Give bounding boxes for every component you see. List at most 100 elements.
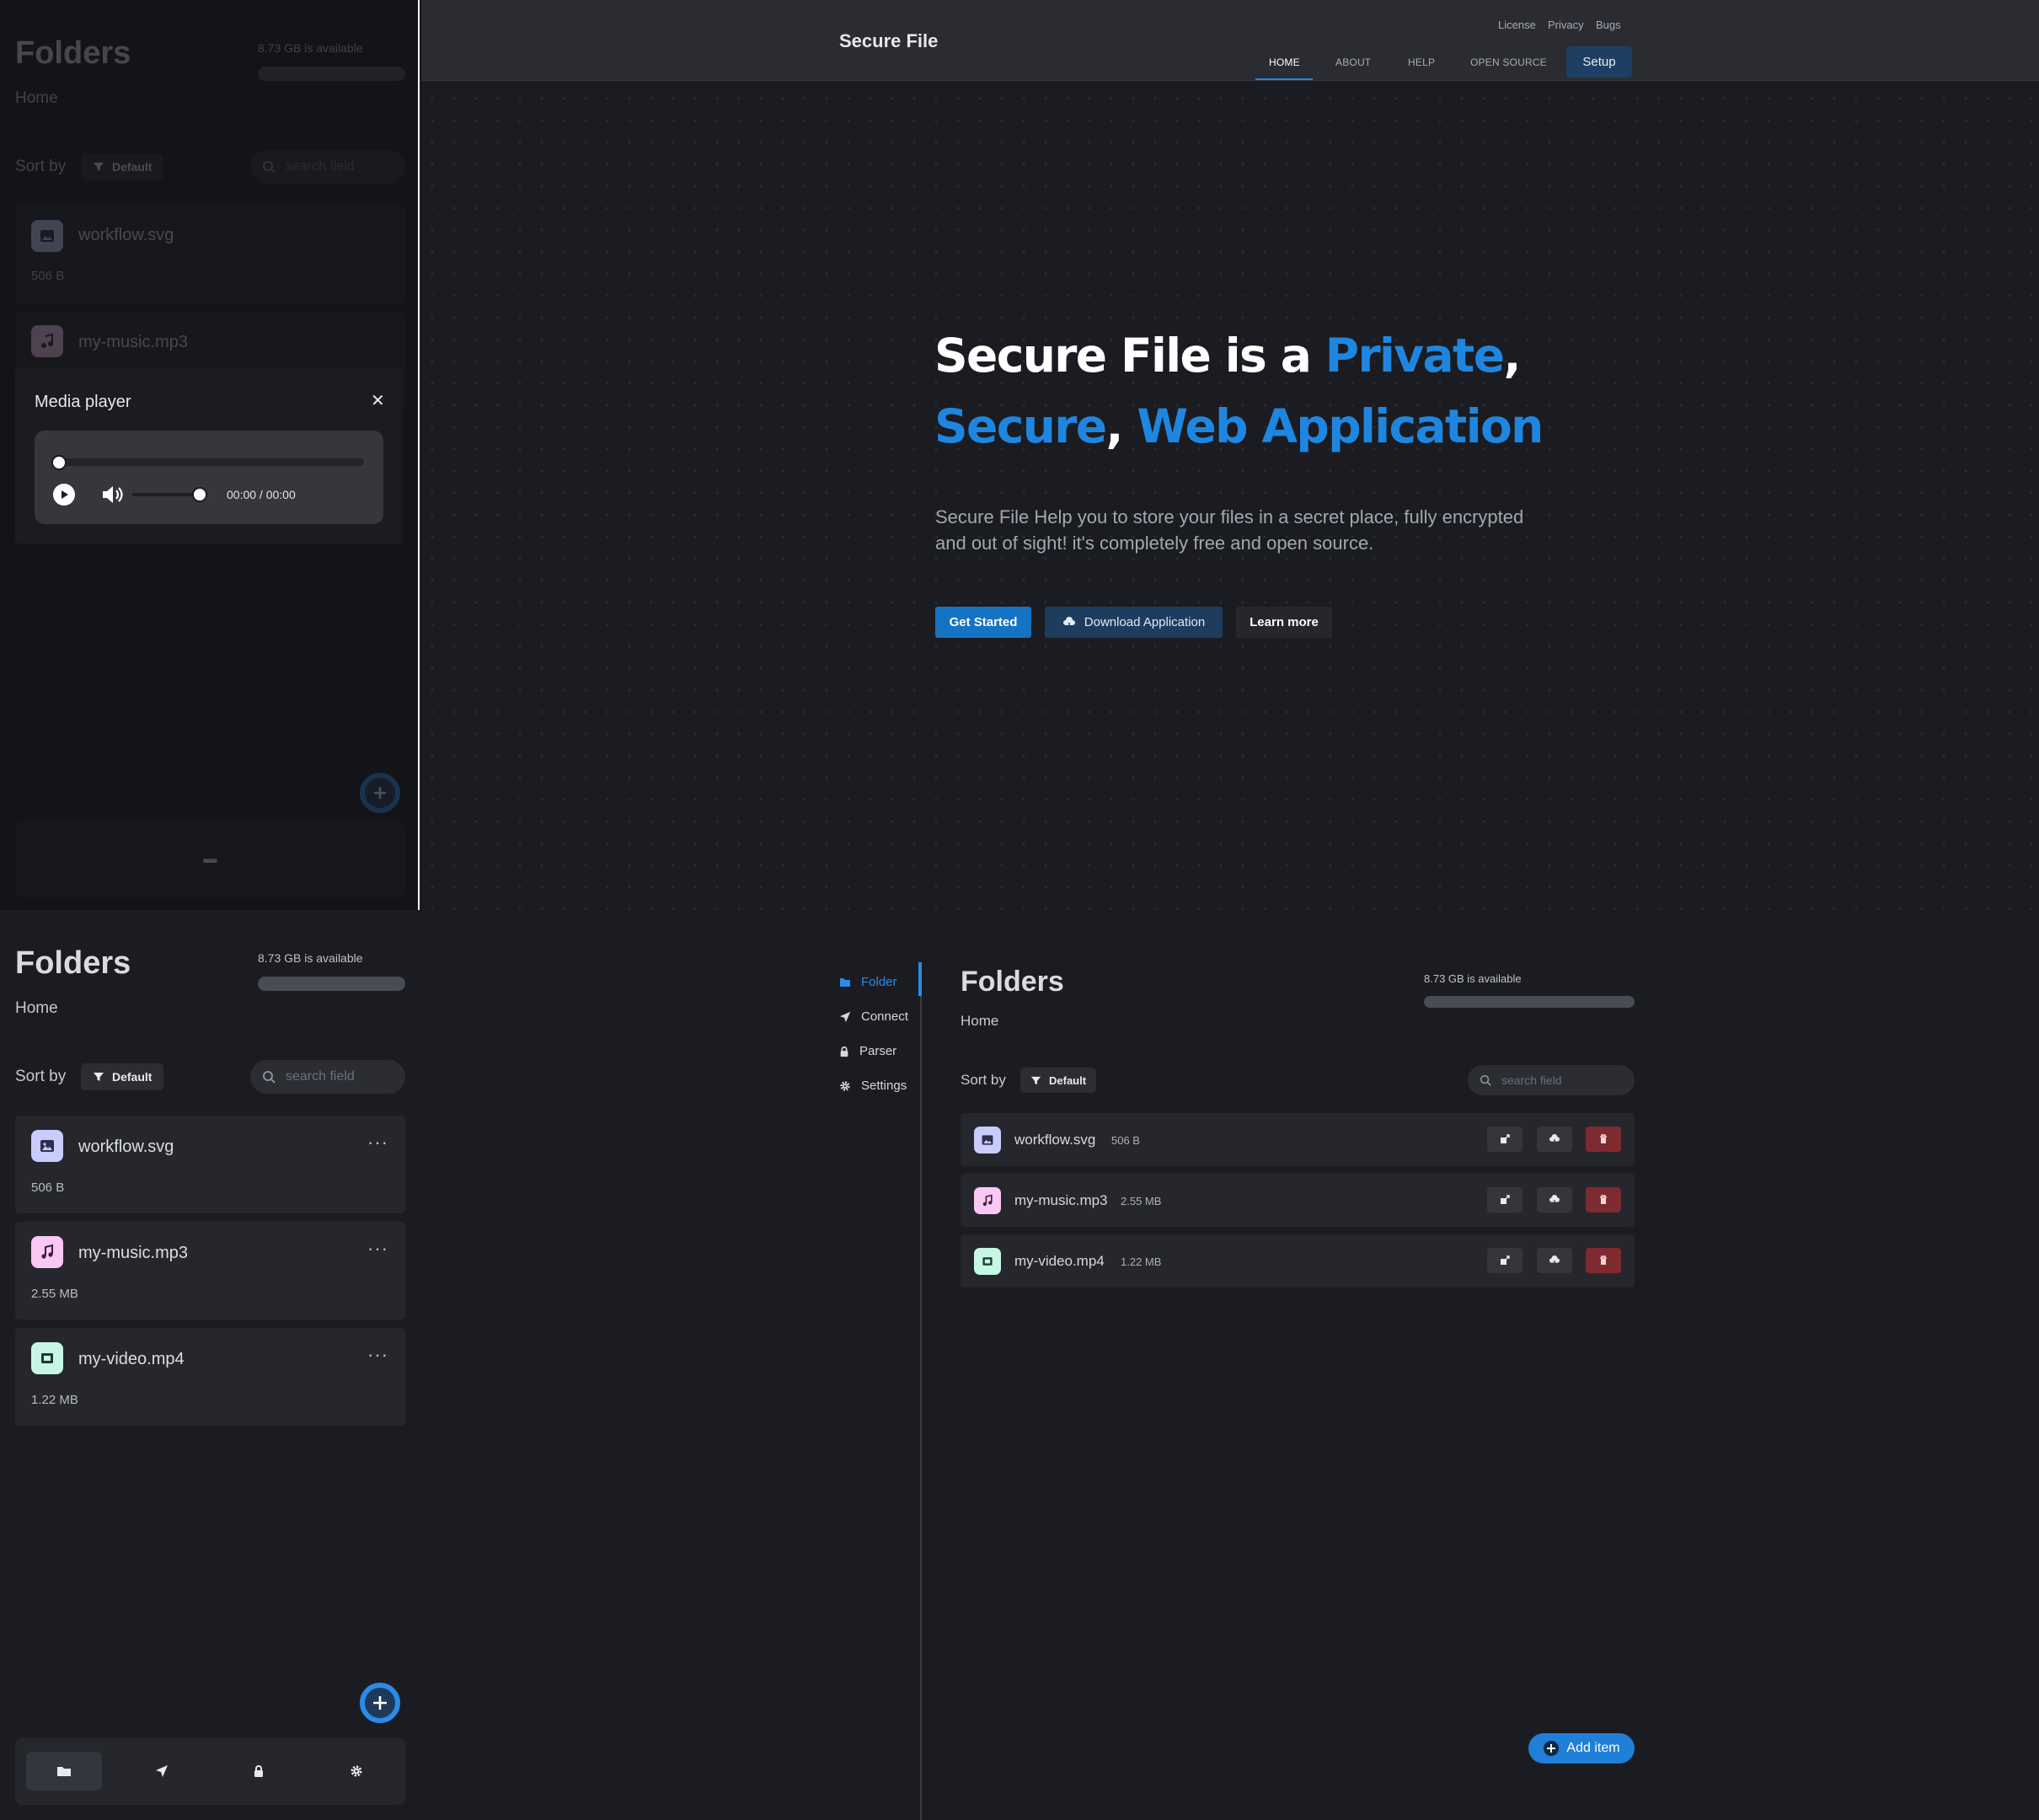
table-row[interactable]: my-music.mp3 2.55 MB — [961, 1174, 1635, 1227]
volume-icon[interactable] — [101, 484, 125, 505]
sidebar-item-label: Parser — [859, 1044, 897, 1058]
file-size: 506 B — [31, 269, 65, 283]
plus-icon — [373, 1696, 387, 1710]
trash-icon — [1600, 1134, 1607, 1143]
more-options-icon[interactable]: ··· — [367, 1346, 388, 1364]
file-name: my-video.mp4 — [78, 1350, 185, 1368]
cloud-download-icon — [1549, 1255, 1560, 1266]
brand-logo[interactable]: Secure File — [839, 30, 938, 52]
breadcrumb[interactable]: Home — [961, 1013, 998, 1030]
music-icon — [974, 1187, 1001, 1214]
gear-icon — [840, 1080, 850, 1091]
page-title: Folders — [961, 966, 1064, 998]
sort-label: Sort by — [961, 1072, 1006, 1088]
download-button[interactable] — [1537, 1127, 1572, 1152]
list-item[interactable]: my-music.mp3 ··· 2.55 MB — [15, 1222, 405, 1320]
mobile-folders-view: Folders Home 8.73 GB is available Sort b… — [0, 910, 420, 1820]
nav-folder-button[interactable] — [25, 1752, 102, 1791]
license-link[interactable]: License — [1498, 19, 1536, 31]
hero-text: Secure File is a — [934, 329, 1325, 383]
download-button[interactable] — [1537, 1187, 1572, 1212]
sidebar-item-connect[interactable]: Connect — [839, 1009, 908, 1024]
file-name: my-music.mp3 — [78, 1244, 189, 1262]
share-icon — [1501, 1195, 1510, 1204]
share-button[interactable] — [1487, 1187, 1523, 1212]
nav-open-source[interactable]: OPEN SOURCE — [1470, 56, 1547, 68]
file-name: workflow.svg — [78, 226, 174, 244]
folder-icon — [56, 1767, 71, 1776]
hero-text: , — [1105, 399, 1137, 453]
hero-highlight: Private — [1325, 329, 1505, 383]
play-button[interactable] — [53, 484, 75, 506]
sidebar-item-folder[interactable]: Folder — [839, 975, 908, 989]
add-fab-button[interactable] — [360, 1683, 400, 1723]
download-application-button[interactable]: Download Application — [1045, 607, 1223, 638]
nav-connect-button[interactable] — [124, 1752, 200, 1791]
breadcrumb: Home — [15, 89, 58, 107]
button-label: Learn more — [1250, 615, 1319, 629]
learn-more-button[interactable]: Learn more — [1236, 607, 1332, 638]
table-row[interactable]: workflow.svg 506 B — [961, 1113, 1635, 1166]
share-button[interactable] — [1487, 1127, 1523, 1152]
sort-button[interactable]: Default — [1020, 1068, 1097, 1093]
sidebar: Folder Connect Parser Settings — [839, 975, 908, 1093]
trash-icon — [1600, 1195, 1607, 1204]
download-button[interactable] — [1537, 1248, 1572, 1273]
list-item[interactable]: workflow.svg 506 B — [15, 206, 405, 303]
plus-circle-icon — [1544, 1741, 1560, 1756]
lock-icon — [840, 1046, 848, 1057]
search-placeholder: search field — [286, 1069, 355, 1084]
more-options-icon[interactable]: ··· — [367, 1239, 388, 1258]
sort-value: Default — [112, 1070, 153, 1084]
nav-help[interactable]: HELP — [1408, 56, 1435, 68]
more-options-icon[interactable]: ··· — [367, 1133, 388, 1152]
nav-home[interactable]: HOME — [1269, 56, 1300, 68]
bottom-nav — [15, 1737, 405, 1805]
breadcrumb[interactable]: Home — [15, 999, 58, 1018]
get-started-button[interactable]: Get Started — [935, 607, 1031, 638]
table-row[interactable]: my-video.mp4 1.22 MB — [961, 1234, 1635, 1287]
add-item-button[interactable]: Add item — [1528, 1733, 1635, 1764]
send-icon — [839, 1011, 851, 1022]
search-input[interactable]: search field — [250, 150, 405, 184]
sidebar-item-parser[interactable]: Parser — [839, 1044, 908, 1058]
seek-bar[interactable] — [54, 458, 364, 466]
seek-handle[interactable] — [51, 455, 67, 470]
share-icon — [1501, 1134, 1510, 1143]
send-icon — [155, 1765, 168, 1777]
sort-button[interactable]: Default — [81, 1063, 164, 1090]
folder-icon[interactable]: ▬ — [204, 852, 217, 867]
desktop-folders-view: Folder Connect Parser Settings Folders H… — [421, 910, 2039, 1820]
image-icon — [31, 220, 63, 252]
setup-button[interactable]: Setup — [1566, 46, 1632, 78]
file-name: workflow.svg — [78, 1138, 174, 1156]
close-icon[interactable]: ✕ — [371, 390, 385, 410]
delete-button[interactable] — [1586, 1127, 1621, 1152]
search-input[interactable]: search field — [1468, 1065, 1635, 1095]
list-item[interactable]: workflow.svg ··· 506 B — [15, 1116, 405, 1213]
cloud-download-icon — [1549, 1134, 1560, 1144]
file-size: 506 B — [31, 1180, 65, 1195]
nav-settings-button[interactable] — [318, 1752, 394, 1791]
share-button[interactable] — [1487, 1248, 1523, 1273]
sidebar-divider — [920, 962, 922, 1820]
privacy-link[interactable]: Privacy — [1548, 19, 1584, 31]
volume-handle[interactable] — [192, 487, 207, 502]
list-item[interactable]: my-video.mp4 ··· 1.22 MB — [15, 1328, 405, 1426]
mobile-overlay-panel: Folders Home 8.73 GB is available Sort b… — [0, 0, 420, 910]
sidebar-item-settings[interactable]: Settings — [839, 1079, 908, 1093]
site-header: Secure File License Privacy Bugs HOME AB… — [421, 0, 2039, 81]
volume-slider[interactable] — [132, 493, 200, 496]
delete-button[interactable] — [1586, 1248, 1621, 1273]
nav-parser-button[interactable] — [221, 1752, 297, 1791]
storage-bar — [1424, 996, 1635, 1008]
sort-button[interactable]: Default — [81, 153, 164, 180]
search-input[interactable]: search field — [250, 1060, 405, 1094]
landing-page: Secure File License Privacy Bugs HOME AB… — [421, 0, 2039, 910]
nav-about[interactable]: ABOUT — [1335, 56, 1371, 68]
add-fab-button[interactable] — [360, 773, 400, 813]
file-name: my-music.mp3 — [78, 333, 189, 351]
delete-button[interactable] — [1586, 1187, 1621, 1212]
hero-highlight: Secure — [934, 399, 1107, 453]
bugs-link[interactable]: Bugs — [1596, 19, 1621, 31]
